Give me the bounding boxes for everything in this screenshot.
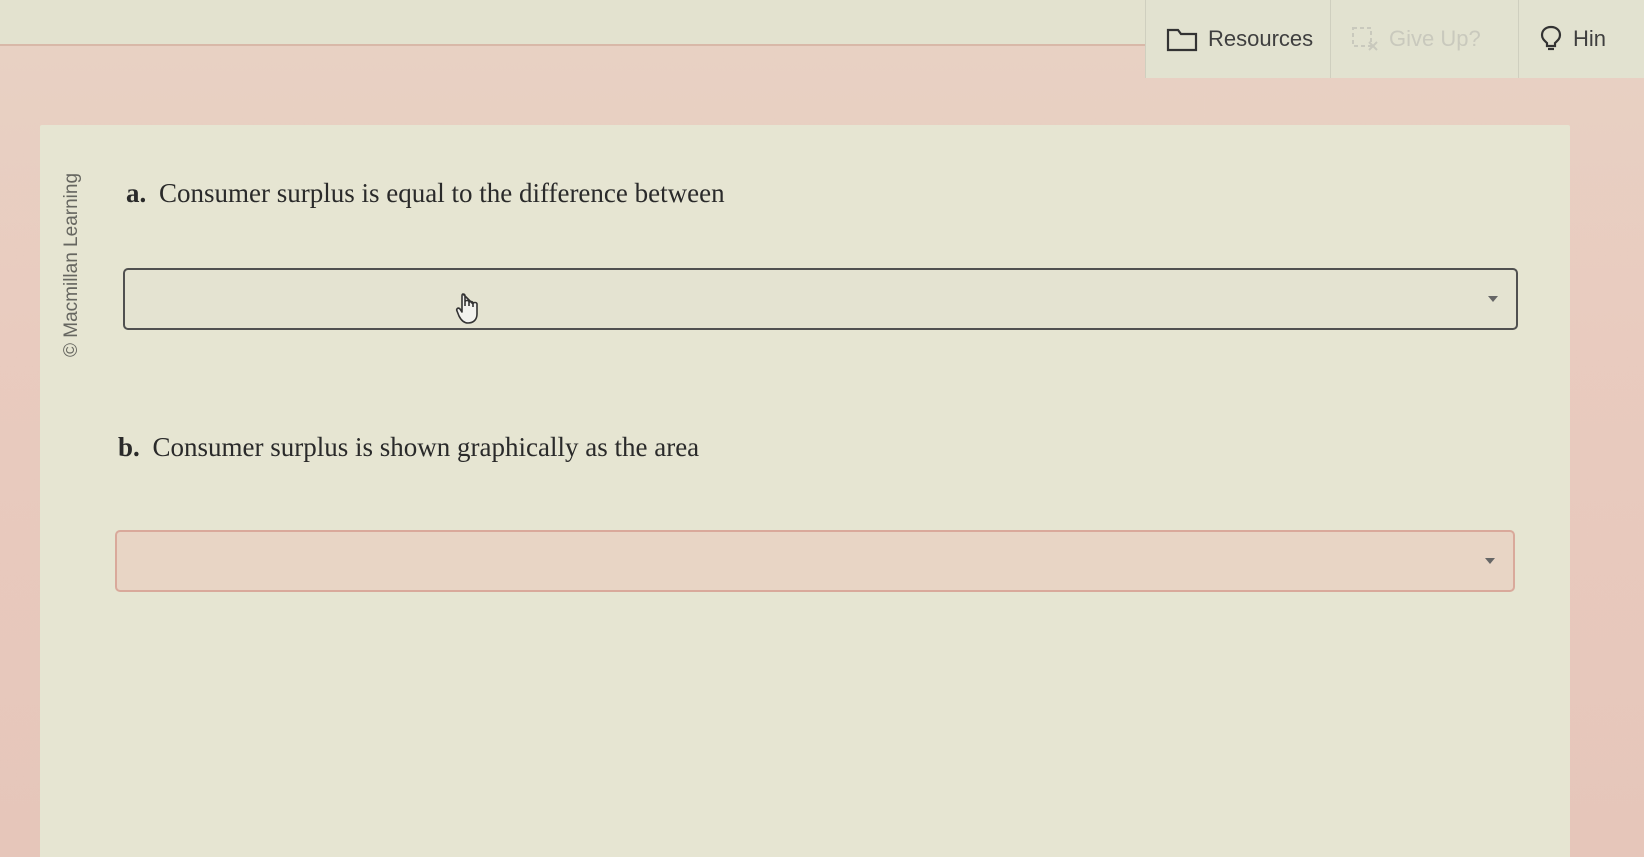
folder-icon [1166, 26, 1198, 52]
answer-dropdown-a[interactable] [123, 268, 1518, 330]
copyright-text: © Macmillan Learning [61, 172, 82, 358]
resources-label: Resources [1208, 26, 1314, 51]
question-a: a. Consumer surplus is equal to the diff… [126, 178, 725, 209]
copyright-notice: © Macmillan Learning [60, 165, 84, 365]
hand-pointer-icon [455, 292, 483, 331]
give-up-label: Give Up? [1389, 26, 1481, 51]
question-letter: a. [126, 178, 147, 208]
chevron-down-icon [1485, 558, 1495, 564]
question-text: Consumer surplus is shown graphically as… [152, 432, 700, 462]
hint-button[interactable]: Hin [1518, 0, 1644, 78]
question-letter: b. [118, 432, 140, 462]
question-text: Consumer surplus is equal to the differe… [159, 178, 725, 208]
answer-dropdown-b[interactable] [115, 530, 1515, 592]
give-up-icon [1351, 26, 1379, 52]
lightbulb-icon [1539, 24, 1563, 54]
toolbar: Resources Give Up? Hin [1145, 0, 1644, 78]
hint-label: Hin [1573, 26, 1607, 51]
resources-button[interactable]: Resources [1145, 0, 1330, 78]
chevron-down-icon [1488, 296, 1498, 302]
give-up-button[interactable]: Give Up? [1330, 0, 1518, 78]
question-b: b. Consumer surplus is shown graphically… [118, 432, 699, 463]
question-card [40, 125, 1570, 857]
